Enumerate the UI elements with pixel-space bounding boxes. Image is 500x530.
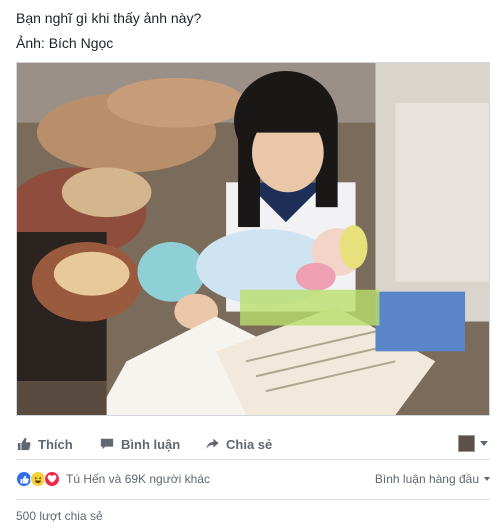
photo-credit: Ảnh: Bích Ngọc bbox=[16, 35, 114, 51]
chevron-down-icon bbox=[484, 477, 490, 481]
photo-illustration bbox=[17, 63, 489, 415]
share-arrow-icon bbox=[204, 436, 220, 452]
thumbs-up-icon bbox=[16, 436, 32, 452]
comment-button[interactable]: Bình luận bbox=[99, 434, 180, 454]
post-caption: Bạn nghĩ gì khi thấy ảnh này? bbox=[16, 10, 202, 26]
reactors-summary[interactable]: Tú Hến và 69K người khác bbox=[66, 472, 210, 486]
share-count[interactable]: 500 lượt chia sẻ bbox=[16, 509, 103, 523]
divider bbox=[16, 459, 490, 460]
comment-sort-label: Bình luận hàng đầu bbox=[374, 472, 479, 486]
like-label: Thích bbox=[38, 436, 73, 452]
love-reaction-icon[interactable] bbox=[44, 471, 60, 487]
audience-selector[interactable] bbox=[458, 432, 488, 454]
comment-sort-dropdown[interactable]: Bình luận hàng đầu bbox=[375, 472, 490, 486]
chevron-down-icon bbox=[480, 440, 488, 446]
comment-label: Bình luận bbox=[121, 436, 181, 452]
share-label: Chia sẻ bbox=[226, 436, 273, 452]
comment-icon bbox=[99, 436, 115, 452]
divider bbox=[16, 499, 490, 500]
share-button[interactable]: Chia sẻ bbox=[204, 434, 272, 454]
reactions-row: Tú Hến và 69K người khác Bình luận hàng … bbox=[16, 468, 490, 490]
like-button[interactable]: Thích bbox=[16, 434, 73, 454]
post-actions-bar: Thích Bình luận Chia sẻ bbox=[0, 426, 500, 462]
profile-thumbnail bbox=[458, 434, 475, 452]
post-photo[interactable] bbox=[16, 62, 490, 416]
